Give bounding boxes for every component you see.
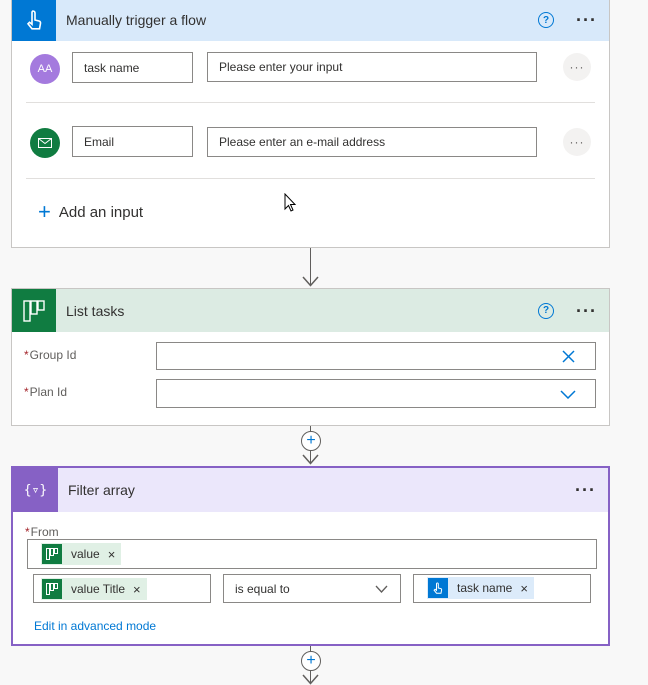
help-icon[interactable]: ? [538, 12, 555, 28]
condition-right-field[interactable]: task name × [413, 574, 591, 603]
input-value-placeholder: Please enter an e-mail address [219, 135, 386, 149]
insert-step-button[interactable]: + [301, 651, 321, 671]
text-input-avatar: AA [30, 54, 60, 84]
add-input-label: Add an input [58, 203, 144, 221]
trigger-card-header[interactable]: Manually trigger a flow ? ··· [12, 0, 609, 41]
list-tasks-header[interactable]: List tasks ? ··· [12, 289, 609, 332]
left-token[interactable]: value Title × [41, 578, 147, 600]
operator-dropdown[interactable]: is equal to [223, 574, 401, 603]
arrow-down-icon [302, 454, 319, 465]
help-icon[interactable]: ? [538, 302, 555, 319]
planner-icon [42, 579, 62, 599]
envelope-icon [38, 138, 52, 148]
trigger-title: Manually trigger a flow [66, 12, 207, 28]
from-field[interactable]: value × [27, 539, 597, 569]
plan-id-label: *Plan Id [24, 385, 68, 399]
email-input-avatar [30, 128, 60, 158]
divider [26, 178, 595, 179]
input-value-placeholder: Please enter your input [219, 60, 343, 74]
more-options-icon[interactable]: ··· [576, 302, 597, 320]
right-token[interactable]: task name × [427, 577, 534, 599]
more-options-icon[interactable]: ··· [576, 11, 597, 29]
add-input-button[interactable]: + Add an input [38, 201, 143, 223]
arrow-down-icon [302, 674, 319, 685]
token-label: task name [457, 581, 513, 595]
plan-id-dropdown[interactable] [156, 379, 596, 408]
ellipsis-icon: ··· [569, 60, 585, 74]
mouse-cursor-icon [284, 193, 297, 212]
edit-advanced-mode-link[interactable]: Edit in advanced mode [34, 619, 156, 633]
input-name-text: Email [84, 134, 115, 149]
token-label: value Title [71, 582, 126, 596]
filter-array-header[interactable]: {▿} Filter array ··· [13, 468, 608, 512]
chevron-down-icon[interactable] [375, 585, 388, 593]
input-value-field[interactable]: Please enter an e-mail address [207, 127, 537, 157]
input-name-field[interactable]: Email [72, 126, 193, 157]
input-value-field[interactable]: Please enter your input [207, 52, 537, 82]
input-name-field[interactable]: task name [72, 52, 193, 83]
input-options-button[interactable]: ··· [563, 53, 591, 81]
touch-trigger-icon [12, 0, 56, 41]
filter-array-title: Filter array [68, 482, 135, 498]
list-tasks-card: List tasks ? ··· *Group Id *Plan Id [11, 288, 610, 426]
remove-token-icon[interactable]: × [520, 581, 528, 596]
list-tasks-title: List tasks [66, 302, 125, 319]
input-name-text: task name [84, 60, 140, 75]
operator-value: is equal to [235, 581, 290, 596]
insert-step-button[interactable]: + [301, 431, 321, 451]
input-options-button[interactable]: ··· [563, 128, 591, 156]
divider [26, 102, 595, 103]
plus-icon: + [38, 199, 51, 224]
group-id-field[interactable] [156, 342, 596, 370]
remove-token-icon[interactable]: × [108, 547, 116, 562]
group-id-label: *Group Id [24, 348, 77, 362]
ellipsis-icon: ··· [569, 135, 585, 149]
trigger-card: Manually trigger a flow ? ··· AA task na… [11, 0, 610, 248]
clear-icon[interactable] [562, 350, 575, 363]
planner-icon [42, 544, 62, 564]
remove-token-icon[interactable]: × [133, 582, 141, 597]
touch-trigger-icon [428, 578, 448, 598]
chevron-down-icon[interactable] [560, 390, 576, 399]
filter-braces-icon: {▿} [13, 468, 58, 512]
arrow-down-icon [302, 276, 319, 287]
planner-icon [12, 289, 56, 332]
more-options-icon[interactable]: ··· [575, 481, 596, 499]
from-label: *From [25, 525, 59, 539]
token-label: value [71, 547, 100, 561]
from-token[interactable]: value × [41, 543, 122, 565]
filter-array-card: {▿} Filter array ··· *From value × value… [11, 466, 610, 646]
condition-left-field[interactable]: value Title × [33, 574, 211, 603]
